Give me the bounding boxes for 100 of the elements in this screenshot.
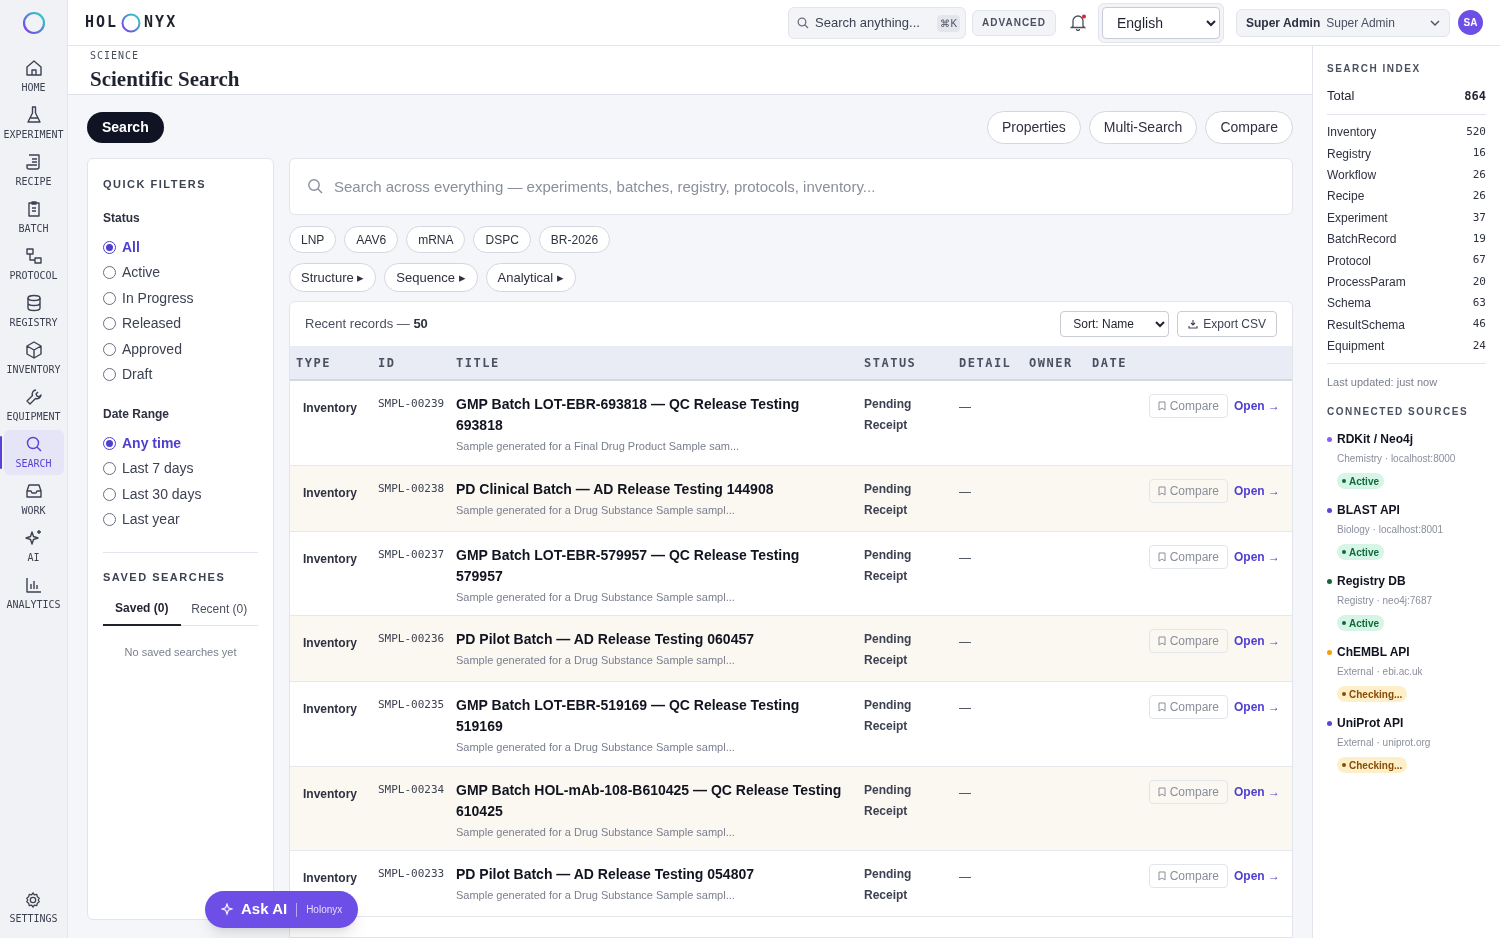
toolbar-button[interactable]: Properties — [987, 111, 1081, 144]
detail-text: — — [959, 870, 971, 884]
row-title: PD Pilot Batch — AD Release Testing 054807 — [456, 865, 755, 884]
index-count: 26 — [1472, 166, 1486, 183]
settings-nav-item[interactable]: SETTINGS — [9, 891, 58, 926]
open-link[interactable]: Open → — [1234, 394, 1280, 415]
page-title: Scientific Search — [90, 66, 241, 93]
open-link[interactable]: Open → — [1234, 544, 1280, 566]
radio-option[interactable]: All — [103, 234, 258, 260]
type-label: Inventory — [303, 871, 357, 885]
index-count: 46 — [1472, 316, 1486, 333]
row-title: GMP Batch LOT-EBR-519169 — QC Release Testing 519169 — [456, 696, 801, 736]
source-name: BLAST API — [1337, 502, 1400, 520]
nav-item[interactable]: EQUIPMENT — [3, 383, 64, 428]
filter-group-label: Status — [103, 209, 141, 227]
notification-bell-icon[interactable] — [1070, 14, 1086, 31]
open-link[interactable]: Open → — [1234, 864, 1280, 885]
search-mode-button[interactable]: Search — [87, 112, 164, 143]
nav-item[interactable]: SEARCH — [3, 430, 64, 475]
radio-option[interactable]: Approved — [103, 336, 258, 362]
tab[interactable]: Saved (0) — [103, 599, 181, 626]
source-name: Registry DB — [1337, 573, 1406, 591]
detail-text: — — [959, 785, 971, 800]
download-icon — [1188, 319, 1199, 329]
tag-chip[interactable]: BR-2026 — [538, 226, 611, 253]
search-field[interactable]: Search across everything — experiments, batches, registry, protocols, inventory... — [289, 158, 1293, 215]
language-select[interactable]: English — [1102, 6, 1220, 39]
radio-option[interactable]: Last 7 days — [103, 456, 258, 482]
empty-message: No saved searches yet — [123, 645, 238, 660]
bookmark-icon — [1157, 702, 1166, 712]
nav-item[interactable]: RECIPE — [3, 148, 64, 193]
radio-option[interactable]: Draft — [103, 362, 258, 388]
detail-text: — — [959, 484, 971, 499]
nav-item[interactable]: PROTOCOL — [3, 242, 64, 287]
status-badge: Checking... — [1337, 686, 1408, 703]
export-button[interactable]: Export CSV — [1177, 311, 1277, 337]
bookmark-icon — [1157, 485, 1166, 496]
index-count: 67 — [1472, 252, 1486, 269]
tag-chip[interactable]: AAV6 — [344, 226, 399, 253]
row-title: PD Pilot Batch — AD Release Testing 060457 — [456, 630, 755, 649]
id-text: SMPL-00236 — [378, 631, 446, 647]
nav-item[interactable]: WORK — [3, 477, 64, 522]
type-label: Inventory — [303, 485, 357, 500]
nav-item[interactable]: BATCH — [3, 195, 64, 240]
nav-item[interactable]: INVENTORY — [3, 336, 64, 381]
tab[interactable]: Recent (0) — [180, 599, 258, 625]
radio-option[interactable]: Any time — [103, 430, 258, 456]
brand-text: NYX — [144, 12, 178, 34]
open-link[interactable]: Open → — [1234, 695, 1280, 716]
dropdown-chip[interactable]: Structure ▸ — [289, 263, 377, 292]
open-link[interactable]: Open → — [1234, 779, 1280, 801]
nav-item[interactable]: REGISTRY — [3, 289, 64, 334]
index-count: 19 — [1472, 230, 1486, 247]
toolbar-button[interactable]: Multi-Search — [1088, 111, 1198, 144]
user-menu[interactable]: Super Admin Super Admin — [1236, 8, 1450, 37]
status-label: Pending Receipt — [864, 546, 913, 585]
open-link[interactable]: Open → — [1234, 478, 1280, 500]
search-icon — [307, 178, 323, 194]
nav-item[interactable]: AI — [3, 524, 64, 569]
tag-chip[interactable]: LNP — [289, 226, 337, 253]
user-avatar[interactable]: SA — [1458, 10, 1483, 35]
radio-option[interactable]: Active — [103, 260, 258, 286]
dropdown-chip[interactable]: Analytical ▸ — [485, 263, 576, 292]
status-label: Pending Receipt — [864, 480, 913, 519]
row-subtitle: Sample generated for a Drug Substance Sample sampl... — [456, 888, 736, 903]
nav-item[interactable]: EXPERIMENT — [3, 101, 64, 146]
row-subtitle: Sample generated for a Drug Substance Sample sampl... — [456, 589, 736, 605]
panel-heading: CONNECTED SOURCES — [1327, 405, 1470, 420]
radio-option[interactable]: Last 30 days — [103, 481, 258, 507]
row-subtitle: Sample generated for a Drug Substance Sample sampl... — [456, 502, 736, 518]
row-title: PD Clinical Batch — AD Release Testing 144908 — [456, 479, 775, 499]
tag-chip[interactable]: DSPC — [473, 226, 531, 253]
id-text: SMPL-00237 — [378, 546, 446, 563]
index-label: Inventory — [1327, 124, 1377, 142]
flow-icon — [23, 246, 44, 266]
index-label: Experiment — [1327, 209, 1388, 227]
radio-option[interactable]: Last year — [103, 507, 258, 533]
index-count: 24 — [1472, 337, 1486, 354]
radio-option[interactable]: Released — [103, 311, 258, 337]
id-text: SMPL-00238 — [378, 480, 446, 497]
index-label: ProcessParam — [1327, 273, 1406, 291]
dropdown-chip[interactable]: Sequence ▸ — [384, 263, 478, 292]
index-label: Protocol — [1327, 252, 1372, 270]
toolbar-button[interactable]: Compare — [1205, 111, 1293, 144]
nav-item[interactable]: ANALYTICS — [3, 571, 64, 616]
status-label: Pending Receipt — [864, 781, 913, 820]
advanced-button[interactable]: ADVANCED — [972, 9, 1056, 36]
type-label: Inventory — [303, 636, 357, 650]
ask-ai-button[interactable]: Ask AI Holonyx — [205, 891, 359, 928]
source-detail: Biology · localhost:8001 — [1337, 523, 1445, 538]
sort-select[interactable]: Sort: Name — [1060, 311, 1170, 337]
nav-item[interactable]: HOME — [3, 54, 64, 99]
status-badge: Checking... — [1337, 757, 1408, 774]
row-title: GMP Batch LOT-EBR-693818 — QC Release Testing 693818 — [456, 395, 801, 435]
status-badge: Active — [1337, 615, 1384, 632]
tag-chip[interactable]: mRNA — [406, 226, 466, 253]
open-link[interactable]: Open → — [1234, 629, 1280, 650]
radio-option[interactable]: In Progress — [103, 285, 258, 311]
column-header: OWNER — [1029, 354, 1074, 372]
index-label: BatchRecord — [1327, 231, 1397, 249]
